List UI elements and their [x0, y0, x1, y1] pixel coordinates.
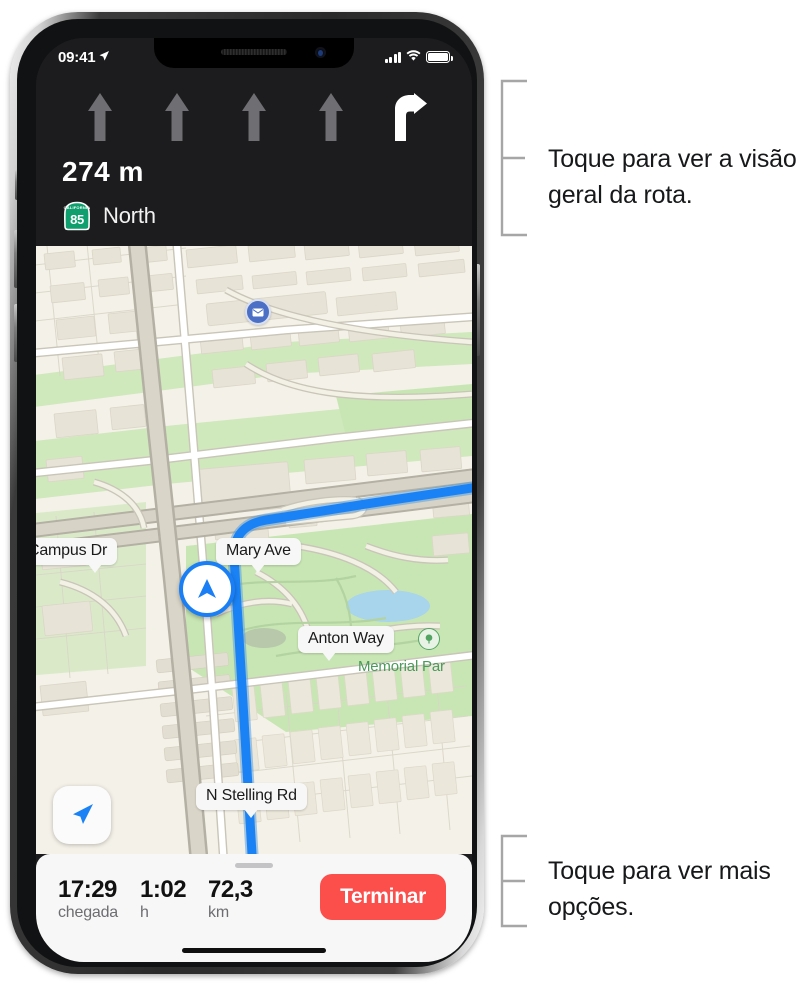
map-label-anton-way[interactable]: Anton Way	[298, 626, 394, 661]
navigation-arrow-icon	[198, 579, 216, 598]
park-tree-icon	[418, 628, 440, 650]
callout-bracket-bottom	[500, 834, 527, 928]
lane-arrow-turn-right-icon	[386, 91, 430, 143]
status-bar-right	[384, 44, 453, 66]
phone-screen: 274 m CALIFORNIA 85 North 09:41 ampus Dr…	[36, 38, 472, 962]
recenter-location-button[interactable]	[53, 786, 111, 844]
front-camera	[315, 47, 326, 58]
trip-info-sheet[interactable]: 17:29 chegada 1:02 h 72,3 km Terminar	[36, 854, 472, 962]
home-indicator[interactable]	[182, 948, 326, 953]
device-notch	[154, 38, 354, 68]
mail-envelope-icon[interactable]	[245, 299, 271, 325]
eta-duration: 1:02 h	[140, 876, 187, 922]
eta-distance-label: km	[208, 904, 229, 921]
status-bar-time: 09:41	[58, 48, 96, 66]
distance-to-maneuver: 274 m	[62, 156, 144, 187]
battery-full-icon	[426, 51, 453, 63]
phone-bezel: 274 m CALIFORNIA 85 North 09:41 ampus Dr…	[17, 19, 477, 967]
eta-distance: 72,3 km	[208, 876, 253, 922]
navigation-arrow-icon	[73, 804, 93, 824]
wifi-icon	[406, 48, 421, 66]
user-location-puck[interactable]	[179, 561, 235, 617]
callout-more-options-text: Toque para ver mais opções.	[548, 857, 771, 921]
road-direction-name: North	[103, 203, 156, 228]
location-arrow-icon	[98, 49, 110, 66]
map-label-campus-dr[interactable]: Campus Dr	[36, 538, 118, 573]
highway-shield-icon: CALIFORNIA 85	[62, 201, 92, 231]
status-bar-left: 09:41	[58, 45, 110, 66]
earpiece-speaker	[221, 49, 287, 55]
eta-arrival-label: chegada	[58, 904, 118, 921]
eta-duration-label: h	[140, 904, 149, 921]
lane-arrow-straight-4	[309, 91, 353, 143]
lane-arrow-straight-1	[78, 91, 122, 143]
lane-guidance-row	[36, 88, 472, 146]
road-shield-row: CALIFORNIA 85 North	[62, 201, 156, 231]
eta-distance-value: 72,3	[208, 876, 253, 903]
eta-summary-row: 17:29 chegada 1:02 h 72,3 km	[58, 876, 253, 922]
map-label-n-stelling-rd[interactable]: N Stelling Rd	[196, 783, 307, 818]
eta-arrival: 17:29 chegada	[58, 876, 118, 922]
eta-arrival-value: 17:29	[58, 876, 117, 903]
signal-bars-icon	[384, 51, 401, 63]
map-label-memorial-park: Memorial Par	[358, 658, 445, 675]
callout-bracket-top	[500, 79, 527, 237]
lane-arrow-straight-3	[232, 91, 276, 143]
end-navigation-button[interactable]: Terminar	[320, 874, 446, 920]
callout-route-overview-text: Toque para ver a visão geral da rota.	[548, 145, 797, 209]
phone-device-frame: 274 m CALIFORNIA 85 North 09:41 ampus Dr…	[10, 12, 484, 974]
shield-state-label: CALIFORNIA	[63, 205, 91, 210]
sheet-grabber-handle[interactable]	[235, 863, 273, 868]
map-label-mary-ave[interactable]: Mary Ave	[216, 538, 301, 573]
shield-route-number: 85	[70, 212, 84, 227]
map-canvas[interactable]: Campus Dr Mary Ave Anton Way N Stelling …	[36, 246, 472, 854]
eta-duration-value: 1:02	[140, 876, 187, 903]
lane-arrow-straight-2	[155, 91, 199, 143]
